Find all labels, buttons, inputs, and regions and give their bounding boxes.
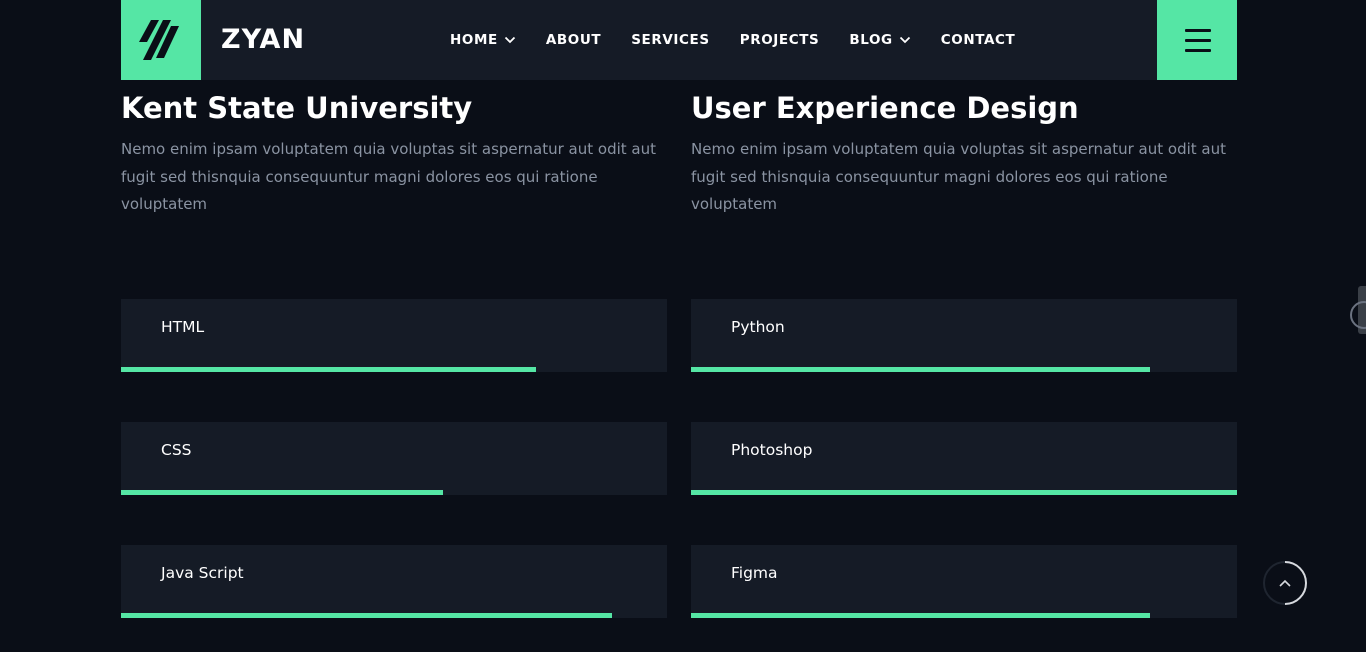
skill-progress-fill xyxy=(121,490,444,495)
skill-bar-figma: Figma xyxy=(691,545,1237,618)
brand-name[interactable]: ZYAN xyxy=(221,22,305,58)
skill-progress-fill xyxy=(121,613,613,618)
skill-progress-fill xyxy=(691,367,1150,372)
nav-item-blog[interactable]: BLOG xyxy=(849,32,910,48)
skill-label: Photoshop xyxy=(731,441,813,459)
nav-item-contact[interactable]: CONTACT xyxy=(941,32,1016,48)
nav-item-label: HOME xyxy=(450,32,498,48)
education-title: Kent State University xyxy=(121,91,473,125)
main-nav: HOME ABOUT SERVICES PROJECTS BLOG CONTAC… xyxy=(450,0,1015,80)
skill-progress-fill xyxy=(691,490,1237,495)
nav-item-label: BLOG xyxy=(849,32,893,48)
education-title: User Experience Design xyxy=(691,91,1079,125)
nav-item-label: CONTACT xyxy=(940,32,1016,48)
skill-bar-css: CSS xyxy=(121,422,667,495)
back-to-top-button[interactable] xyxy=(1262,560,1308,606)
chevron-down-icon xyxy=(504,36,515,44)
skill-progress-fill xyxy=(121,367,536,372)
skill-bar-photoshop: Photoshop xyxy=(691,422,1237,495)
nav-item-home[interactable]: HOME xyxy=(450,32,516,48)
education-description: Nemo enim ipsam voluptatem quia voluptas… xyxy=(691,140,1226,213)
hamburger-menu-button[interactable] xyxy=(1157,0,1237,80)
skill-bar-html: HTML xyxy=(121,299,667,372)
chevron-down-icon xyxy=(899,36,910,44)
site-header: ZYAN HOME ABOUT SERVICES PROJECTS BLOG C… xyxy=(121,0,1237,80)
chevron-up-icon xyxy=(1263,561,1307,605)
nav-item-label: PROJECTS xyxy=(739,32,820,48)
skill-label: Java Script xyxy=(161,564,244,582)
skill-bar-python: Python xyxy=(691,299,1237,372)
side-circle-icon[interactable] xyxy=(1350,301,1366,329)
nav-item-about[interactable]: ABOUT xyxy=(546,32,601,48)
education-item: User Experience Design Nemo enim ipsam v… xyxy=(691,88,1237,219)
education-description: Nemo enim ipsam voluptatem quia voluptas… xyxy=(121,140,656,213)
skill-label: CSS xyxy=(161,441,192,459)
logo-icon[interactable] xyxy=(121,0,201,80)
skill-bar-javascript: Java Script xyxy=(121,545,667,618)
nav-item-services[interactable]: SERVICES xyxy=(631,32,709,48)
skill-label: Figma xyxy=(731,564,778,582)
nav-item-label: ABOUT xyxy=(545,32,602,48)
skill-progress-fill xyxy=(691,613,1150,618)
nav-item-projects[interactable]: PROJECTS xyxy=(740,32,820,48)
education-item: Kent State University Nemo enim ipsam vo… xyxy=(121,88,667,219)
nav-item-label: SERVICES xyxy=(631,32,710,48)
skill-label: HTML xyxy=(161,318,205,336)
skill-label: Python xyxy=(731,318,785,336)
